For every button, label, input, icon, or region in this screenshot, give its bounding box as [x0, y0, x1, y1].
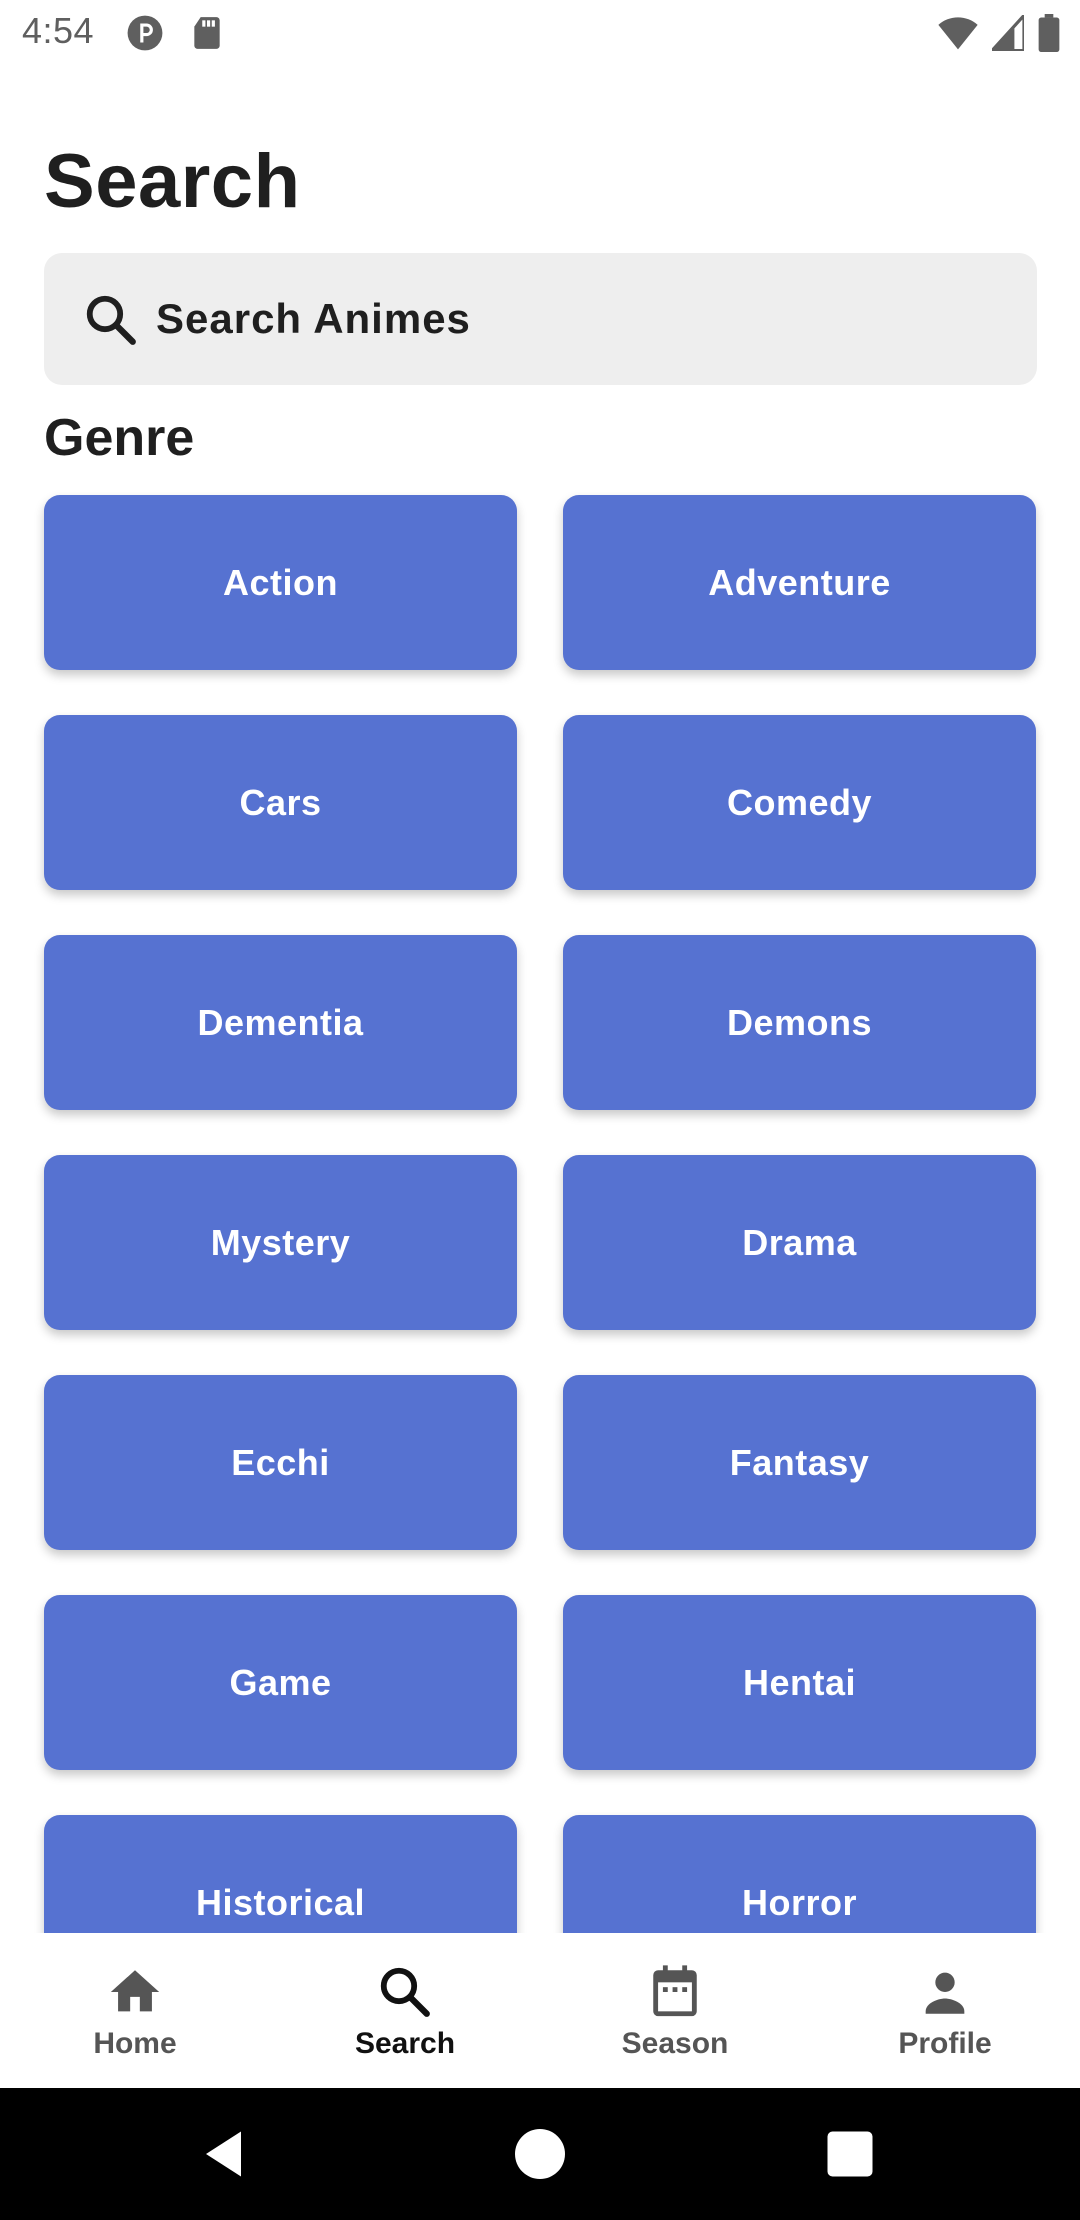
search-icon: [380, 1967, 430, 2017]
person-icon: [925, 1972, 965, 2014]
nav-item-season[interactable]: Season: [540, 1933, 810, 2088]
search-box[interactable]: [44, 253, 1037, 385]
genre-grid: Action Adventure Cars Comedy Dementia De…: [44, 495, 1036, 1990]
search-input[interactable]: [156, 253, 1006, 385]
battery-icon: [1038, 14, 1060, 52]
genre-tile-drama[interactable]: Drama: [563, 1155, 1036, 1330]
notification-app-icon: [127, 15, 163, 51]
nav-label-search: Search: [354, 2027, 456, 2060]
nav-item-profile[interactable]: Profile: [810, 1933, 1080, 2088]
genre-section-title: Genre: [44, 409, 195, 467]
system-nav-bar: [0, 2088, 1080, 2220]
genre-tile-demons[interactable]: Demons: [563, 935, 1036, 1110]
genre-tile-mystery[interactable]: Mystery: [44, 1155, 517, 1330]
genre-tile-hentai[interactable]: Hentai: [563, 1595, 1036, 1770]
nav-item-home[interactable]: Home: [0, 1933, 270, 2088]
genre-tile-action[interactable]: Action: [44, 495, 517, 670]
genre-tile-fantasy[interactable]: Fantasy: [563, 1375, 1036, 1550]
cell-signal-icon: [992, 15, 1024, 51]
home-icon: [110, 1970, 160, 2012]
status-bar: 4:54: [0, 0, 1080, 66]
genre-tile-ecchi[interactable]: Ecchi: [44, 1375, 517, 1550]
calendar-icon: [653, 1965, 697, 2017]
wifi-icon: [938, 17, 978, 50]
back-icon[interactable]: [196, 2124, 256, 2184]
nav-label-season: Season: [621, 2027, 729, 2060]
nav-label-profile: Profile: [898, 2027, 992, 2060]
genre-tile-dementia[interactable]: Dementia: [44, 935, 517, 1110]
search-icon: [86, 295, 136, 345]
page-title: Search: [44, 139, 301, 224]
genre-tile-game[interactable]: Game: [44, 1595, 517, 1770]
bottom-nav: Home Search Season Profile: [0, 1933, 1080, 2088]
genre-tile-comedy[interactable]: Comedy: [563, 715, 1036, 890]
genre-tile-adventure[interactable]: Adventure: [563, 495, 1036, 670]
status-indicators: [938, 14, 1060, 52]
status-time: 4:54: [22, 10, 95, 51]
sd-card-icon: [194, 17, 220, 49]
genre-tile-cars[interactable]: Cars: [44, 715, 517, 890]
nav-item-search[interactable]: Search: [270, 1933, 540, 2088]
recents-icon[interactable]: [820, 2124, 880, 2184]
nav-label-home: Home: [93, 2027, 177, 2060]
home-button-icon[interactable]: [510, 2124, 570, 2184]
screen: 4:54 Search Search Animes Genre Action A…: [0, 0, 1080, 2220]
